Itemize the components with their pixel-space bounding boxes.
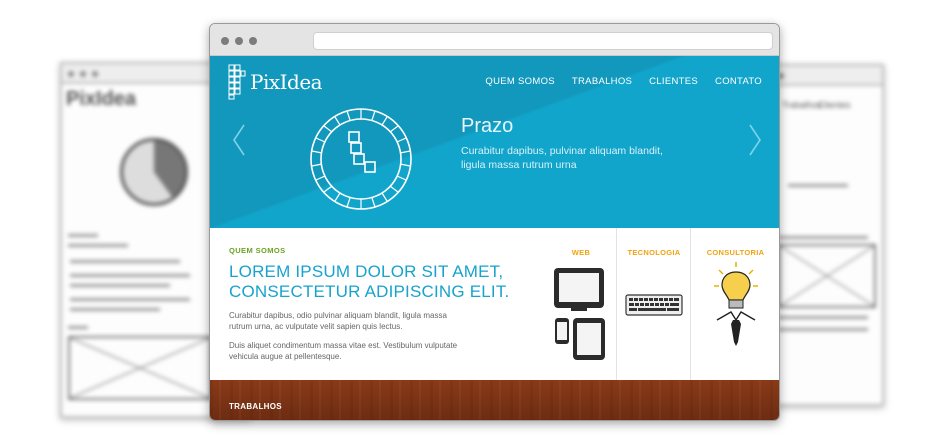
browser-window: PixIdea QUEM SOMOS TRABALHOS CLIENTES CO… (209, 23, 780, 421)
address-bar[interactable] (313, 32, 773, 50)
service-title: TECNOLOGIA (627, 248, 681, 257)
service-column-tecnologia[interactable]: TECNOLOGIA (616, 228, 691, 380)
window-dot-icon (235, 37, 243, 45)
service-title: CONSULTORIA (706, 248, 765, 257)
section-label: TRABALHOS (229, 402, 282, 411)
nav-item-trabalhos[interactable]: TRABALHOS (572, 76, 632, 87)
lightbulb-person-icon (714, 262, 758, 346)
hero-banner: PixIdea QUEM SOMOS TRABALHOS CLIENTES CO… (210, 56, 779, 228)
window-dot-icon (249, 37, 257, 45)
image-placeholder-icon (68, 336, 212, 400)
trabalhos-section: TRABALHOS (210, 380, 779, 420)
carousel-prev-arrow-icon[interactable] (232, 123, 246, 157)
service-title: WEB (571, 248, 591, 257)
pie-chart-icon (120, 138, 188, 206)
window-dot-icon (221, 37, 229, 45)
about-section: QUEM SOMOS LOREM IPSUM DOLOR SIT AMET, C… (210, 228, 779, 380)
image-placeholder-icon (778, 244, 876, 308)
section-paragraph: Duis aliquet condimentum massa vitae est… (229, 341, 458, 361)
background-nav-item: Trabalhos (782, 100, 822, 110)
logo-text: PixIdea (250, 70, 323, 94)
background-nav-item: Clientes (818, 100, 851, 110)
site-logo[interactable]: PixIdea (228, 64, 323, 100)
hero-text: Curabitur dapibus, pulvinar aliquam blan… (461, 145, 663, 171)
nav-item-contato[interactable]: CONTATO (715, 76, 762, 87)
devices-icon (554, 268, 605, 360)
keyboard-icon (625, 294, 683, 316)
section-paragraph: Curabitur dapibus, odio pulvinar aliquam… (229, 311, 447, 331)
nav-item-quem-somos[interactable]: QUEM SOMOS (485, 76, 555, 87)
main-nav: QUEM SOMOS TRABALHOS CLIENTES CONTATO (485, 76, 762, 87)
section-heading: LOREM IPSUM DOLOR SIT AMET, CONSECTETUR … (229, 262, 510, 301)
hero-title: Prazo (461, 115, 514, 137)
carousel-next-arrow-icon[interactable] (748, 123, 762, 157)
section-label: QUEM SOMOS (229, 246, 286, 255)
browser-toolbar (210, 24, 779, 56)
logo-grid-icon (228, 64, 246, 100)
service-column-web[interactable]: WEB (546, 228, 616, 380)
deadline-clock-icon (310, 108, 412, 210)
service-column-consultoria[interactable]: CONSULTORIA (690, 228, 779, 380)
nav-item-clientes[interactable]: CLIENTES (649, 76, 698, 87)
